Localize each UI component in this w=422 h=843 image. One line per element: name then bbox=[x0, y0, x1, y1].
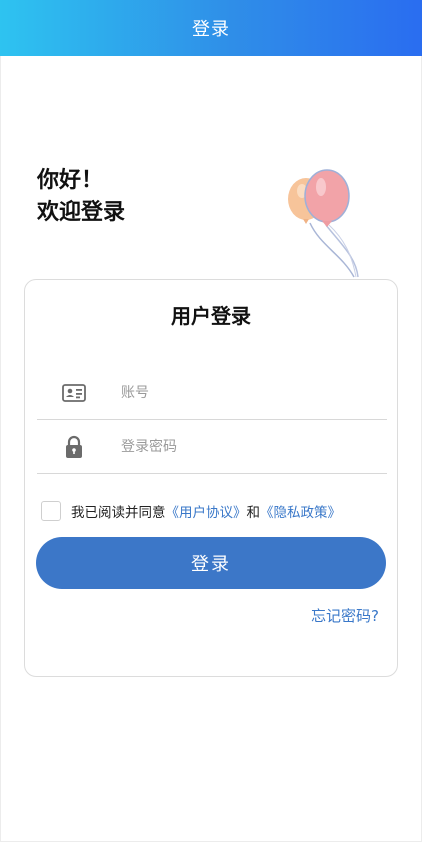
account-input[interactable] bbox=[119, 384, 373, 402]
agreement-prefix: 我已阅读并同意 bbox=[71, 505, 166, 521]
greeting-welcome: 欢迎登录 bbox=[37, 200, 126, 225]
agreement-and: 和 bbox=[246, 505, 261, 521]
greeting-hello: 你好！ bbox=[37, 168, 104, 193]
balloons-icon bbox=[288, 169, 359, 278]
greeting: 你好！ 欢迎登录 bbox=[37, 165, 125, 229]
forgot-password-link[interactable]: 忘记密码? bbox=[311, 605, 379, 626]
agreement-checkbox[interactable] bbox=[41, 501, 61, 521]
agreement-row: 我已阅读并同意《用户协议》和《隐私政策》 bbox=[41, 501, 341, 521]
id-card-icon bbox=[59, 381, 89, 405]
card-title: 用户登录 bbox=[171, 304, 251, 328]
user-agreement-link[interactable]: 《用户协议》 bbox=[166, 505, 247, 521]
lock-icon bbox=[59, 435, 89, 459]
privacy-policy-link[interactable]: 《隐私政策》 bbox=[260, 505, 341, 521]
agreement-text: 我已阅读并同意《用户协议》和《隐私政策》 bbox=[71, 501, 341, 521]
login-button[interactable]: 登录 bbox=[36, 537, 386, 589]
page-title: 登录 bbox=[192, 19, 230, 40]
account-field bbox=[37, 367, 387, 420]
login-card: 用户登录 我已阅读并同意《用户协议》 bbox=[24, 279, 398, 677]
top-nav-bar: 登录 bbox=[0, 0, 422, 56]
password-input[interactable] bbox=[119, 438, 373, 456]
password-field bbox=[37, 421, 387, 474]
